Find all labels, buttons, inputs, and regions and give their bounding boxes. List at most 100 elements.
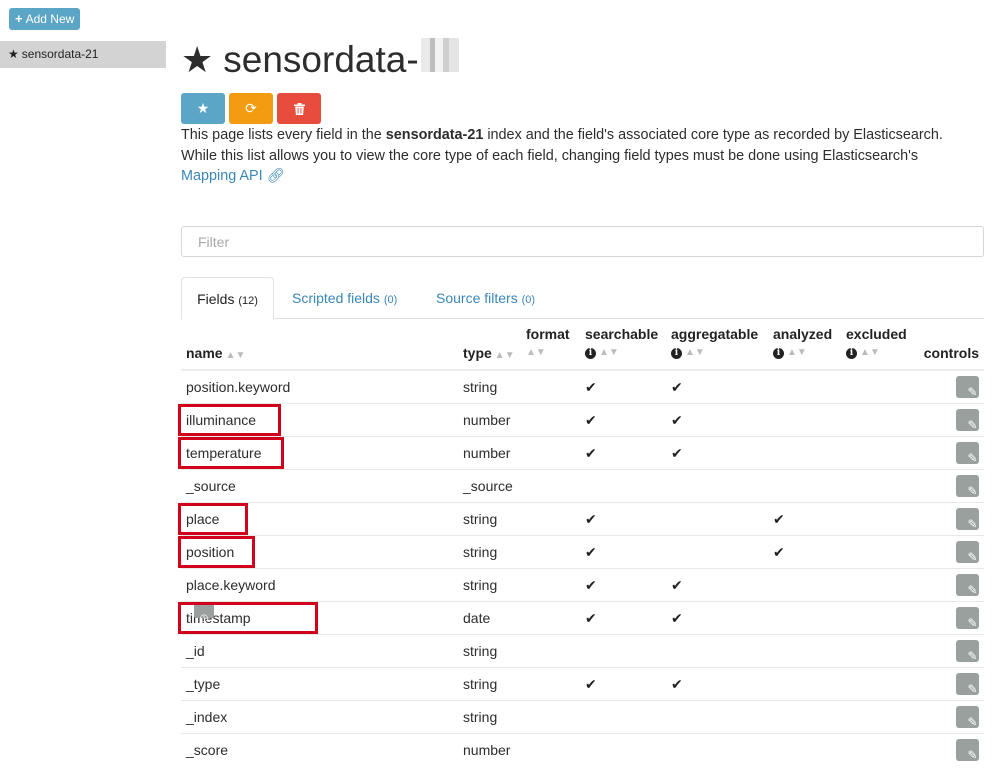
searchable-check: ✔ [585, 610, 597, 626]
edit-field-button[interactable]: ✎ [956, 706, 979, 729]
field-name: _score [186, 742, 229, 758]
field-type: string [463, 643, 498, 659]
refresh-button[interactable]: ⟳ [229, 93, 273, 124]
searchable-check: ✔ [585, 379, 597, 395]
mapping-api-link[interactable]: Mapping API 🔗︎ [181, 168, 285, 184]
star-icon: ★ [196, 100, 210, 116]
sort-icon: ▲▼ [526, 347, 546, 358]
tab-fields-label: Fields [197, 291, 235, 307]
field-type: string [463, 676, 498, 692]
tab-scripted-fields-label: Scripted fields [292, 290, 380, 306]
col-name-label: name [186, 345, 223, 361]
edit-field-button[interactable]: ✎ [956, 673, 979, 696]
field-type: string [463, 709, 498, 725]
info-icon: i [846, 348, 857, 359]
delete-button[interactable] [277, 93, 321, 124]
tab-scripted-fields-count: (0) [383, 294, 398, 306]
sidebar: + Add New ★ sensordata-21 [0, 0, 166, 776]
sort-icon: ▲▼ [494, 350, 515, 361]
col-controls-header: controls [924, 345, 979, 361]
field-name: illuminance [186, 412, 257, 428]
aggregatable-check: ✔ [671, 412, 683, 428]
field-type: string [463, 511, 498, 527]
redacted-block [420, 38, 459, 72]
field-name: place [186, 511, 220, 527]
searchable-check: ✔ [585, 577, 597, 593]
tab-scripted-fields[interactable]: Scripted fields (0) [292, 277, 397, 319]
table-row: _type string ✔ ✔ ✎ [181, 668, 984, 701]
page-description: This page lists every field in the senso… [181, 125, 971, 187]
table-row: _index string ✎ [181, 701, 984, 734]
field-type: number [463, 412, 511, 428]
table-row: position string ✔ ✔ ✎ [181, 536, 984, 569]
info-icon: i [585, 348, 596, 359]
col-name-header[interactable]: name ▲▼ [186, 345, 245, 361]
field-name: place.keyword [186, 577, 276, 593]
add-new-button[interactable]: + Add New [9, 8, 81, 30]
col-analyzed-header[interactable]: analyzed i ▲▼ [773, 326, 832, 359]
searchable-check: ✔ [585, 676, 597, 692]
col-searchable-header[interactable]: searchable i ▲▼ [585, 326, 658, 359]
sidebar-item-index[interactable]: ★ sensordata-21 [0, 41, 166, 68]
filter-input[interactable] [181, 226, 984, 257]
edit-field-button[interactable]: ✎ [956, 541, 979, 564]
info-icon: i [773, 348, 784, 359]
edit-field-button[interactable]: ✎ [956, 409, 979, 432]
tab-bar: Fields (12) Scripted fields (0) Source f… [181, 277, 984, 320]
mapping-api-link-label: Mapping API [181, 168, 263, 184]
col-controls-label: controls [923, 345, 979, 361]
searchable-check: ✔ [585, 511, 597, 527]
aggregatable-check: ✔ [671, 379, 683, 395]
edit-field-button[interactable]: ✎ [956, 640, 979, 663]
edit-field-button[interactable]: ✎ [956, 442, 979, 465]
page-title: ★ sensordata- [181, 38, 459, 82]
index-actions: ★ ⟳ [181, 93, 321, 124]
edit-field-button[interactable]: ✎ [956, 376, 979, 399]
edit-field-button[interactable]: ✎ [956, 574, 979, 597]
col-analyzed-label: analyzed [773, 326, 833, 342]
sort-icon: ▲▼ [787, 347, 807, 358]
field-type: string [463, 544, 498, 560]
field-type: number [463, 445, 511, 461]
favorite-button[interactable]: ★ [181, 93, 225, 124]
description-text: This page lists every field in the [181, 127, 386, 143]
field-name: _index [186, 709, 228, 725]
sort-icon: ▲▼ [599, 347, 619, 358]
table-row: _id string ✎ [181, 635, 984, 668]
col-excluded-header[interactable]: excluded i ▲▼ [846, 326, 907, 359]
field-name: position [186, 544, 235, 560]
tab-source-filters[interactable]: Source filters (0) [436, 277, 535, 319]
edit-field-button[interactable]: ✎ [956, 607, 979, 630]
col-searchable-label: searchable [585, 326, 659, 342]
sort-icon: ▲▼ [685, 347, 705, 358]
aggregatable-check: ✔ [671, 445, 683, 461]
trash-icon [293, 102, 305, 115]
col-aggregatable-header[interactable]: aggregatable i ▲▼ [671, 326, 758, 359]
aggregatable-check: ✔ [671, 577, 683, 593]
link-icon: 🔗︎ [266, 168, 285, 184]
table-row: position.keyword string ✔ ✔ ✎ [181, 371, 984, 404]
table-row: place string ✔ ✔ ✎ [181, 503, 984, 536]
tab-fields[interactable]: Fields (12) [181, 277, 274, 320]
aggregatable-check: ✔ [671, 676, 683, 692]
field-type: date [463, 610, 491, 626]
pencil-icon: ✎ [967, 748, 978, 762]
sort-icon: ▲▼ [225, 350, 246, 361]
plus-icon: + [15, 11, 23, 26]
analyzed-check: ✔ [773, 511, 785, 527]
fields-table-header: name ▲▼ type ▲▼ format ▲▼ searchable i ▲▼ agg… [181, 320, 984, 371]
col-type-header[interactable]: type ▲▼ [463, 345, 515, 361]
sidebar-item-label: sensordata-21 [21, 47, 99, 61]
refresh-icon: ⟳ [245, 100, 257, 116]
field-type: number [463, 742, 511, 758]
info-icon: i [671, 348, 682, 359]
table-row: _score number ✎ [181, 734, 984, 767]
star-icon: ★ [8, 47, 19, 61]
col-format-header[interactable]: format ▲▼ [526, 326, 570, 358]
edit-field-button[interactable]: ✎ [956, 508, 979, 531]
field-name: _id [186, 643, 205, 659]
field-type: _source [463, 478, 513, 494]
edit-field-button[interactable]: ✎ [956, 739, 979, 762]
sort-icon: ▲▼ [860, 347, 880, 358]
edit-field-button[interactable]: ✎ [956, 475, 979, 498]
